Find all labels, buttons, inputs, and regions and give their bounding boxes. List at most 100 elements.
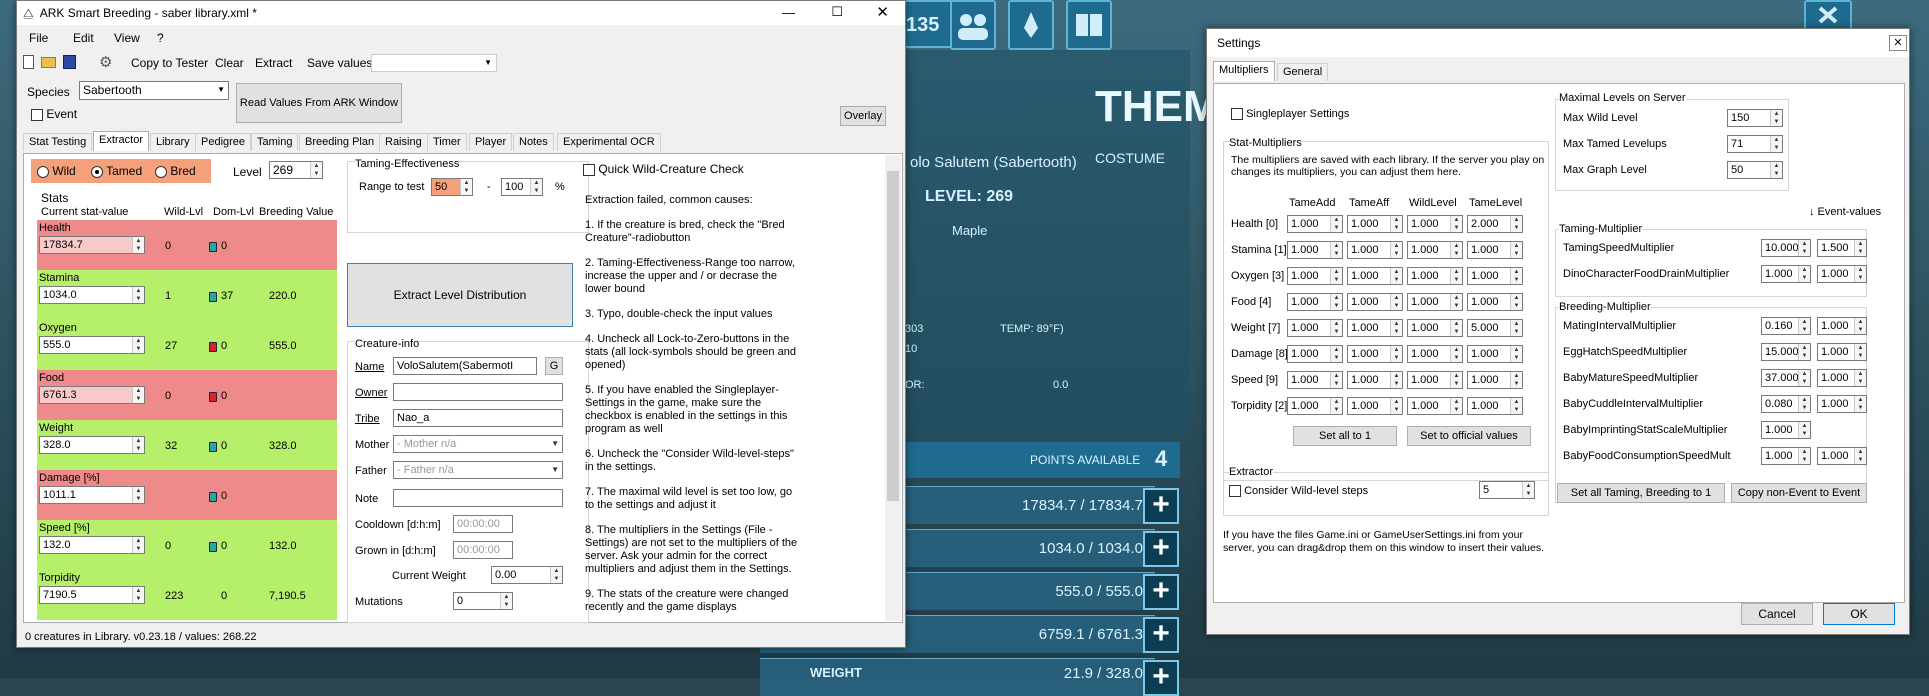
mult-input[interactable]: 1.000 ▲ ▼ <box>1407 215 1463 233</box>
lock-icon[interactable] <box>209 242 217 252</box>
mult-spinner[interactable]: ▲ ▼ <box>1510 216 1522 232</box>
multiplier-input[interactable]: 1.000 ▲ ▼ <box>1761 421 1811 439</box>
mult-input[interactable]: 1.000 ▲ ▼ <box>1287 345 1343 363</box>
tab-general[interactable]: General <box>1277 63 1329 81</box>
event-multiplier-input[interactable]: 1.000 ▲ ▼ <box>1817 369 1867 387</box>
species-select[interactable]: Sabertooth ▼ <box>79 81 229 100</box>
radio-wild[interactable]: Wild <box>37 164 76 178</box>
maximize-button[interactable]: ☐ <box>831 4 843 20</box>
minimize-button[interactable]: — <box>782 5 795 20</box>
tribe-icon[interactable] <box>950 0 996 50</box>
mult-spinner[interactable]: ▲ ▼ <box>1798 318 1810 334</box>
mult-spinner[interactable]: ▲ ▼ <box>1390 372 1402 388</box>
tab-experimental-ocr[interactable]: Experimental OCR <box>557 133 661 151</box>
mult-spinner[interactable]: ▲ ▼ <box>1510 268 1522 284</box>
tab-timer[interactable]: Timer <box>427 133 467 151</box>
mult-spinner[interactable]: ▲ ▼ <box>1798 370 1810 386</box>
mult-input[interactable]: 1.000 ▲ ▼ <box>1287 241 1343 259</box>
tab-stat-testing[interactable]: Stat Testing <box>23 133 93 151</box>
settings-gear-icon[interactable]: ⚙ <box>99 53 112 71</box>
mult-spinner[interactable]: ▲ ▼ <box>1390 346 1402 362</box>
radio-tamed[interactable]: Tamed <box>91 164 142 178</box>
save-values-dropdown[interactable]: ▼ <box>371 54 497 72</box>
stat-spinner[interactable]: ▲ ▼ <box>132 287 144 303</box>
mult-spinner[interactable]: ▲ ▼ <box>1450 320 1462 336</box>
range-max-input[interactable]: 100 ▲ ▼ <box>501 178 543 196</box>
mult-spinner[interactable]: ▲ ▼ <box>1854 396 1866 412</box>
mult-spinner[interactable]: ▲ ▼ <box>1330 372 1342 388</box>
ok-button[interactable]: OK <box>1823 603 1895 625</box>
multiplier-input[interactable]: 0.160 ▲ ▼ <box>1761 317 1811 335</box>
name-input[interactable]: VoloSalutem(SabermotI <box>393 357 537 375</box>
stat-value-input-food[interactable]: 6761.3 ▲ ▼ <box>39 386 145 404</box>
plus-food-button[interactable]: + <box>1143 617 1179 653</box>
mult-spinner[interactable]: ▲ ▼ <box>1450 268 1462 284</box>
stat-value-input-stamina[interactable]: 1034.0 ▲ ▼ <box>39 286 145 304</box>
event-multiplier-input[interactable]: 1.000 ▲ ▼ <box>1817 265 1867 283</box>
mult-input[interactable]: 5.000 ▲ ▼ <box>1467 319 1523 337</box>
event-multiplier-input[interactable]: 1.500 ▲ ▼ <box>1817 239 1867 257</box>
new-file-icon[interactable] <box>23 55 34 69</box>
stat-spinner[interactable]: ▲ ▼ <box>132 337 144 353</box>
menu-edit[interactable]: Edit <box>73 31 94 45</box>
event-multiplier-input[interactable]: 1.000 ▲ ▼ <box>1817 317 1867 335</box>
father-select[interactable]: - Father n/a ▼ <box>393 461 563 479</box>
mult-input[interactable]: 1.000 ▲ ▼ <box>1347 241 1403 259</box>
event-checkbox[interactable]: Event <box>31 107 77 121</box>
set-taming-breeding-1-button[interactable]: Set all Taming, Breeding to 1 <box>1557 483 1725 503</box>
mult-spinner[interactable]: ▲ ▼ <box>1854 266 1866 282</box>
level-spinner[interactable]: ▲ ▼ <box>310 162 322 178</box>
help-scroll-thumb[interactable] <box>887 171 899 501</box>
mult-spinner[interactable]: ▲ ▼ <box>1390 320 1402 336</box>
quick-check-box[interactable] <box>583 163 595 176</box>
mult-spinner[interactable]: ▲ ▼ <box>1798 240 1810 256</box>
save-disk-icon[interactable] <box>63 55 76 69</box>
mult-input[interactable]: 1.000 ▲ ▼ <box>1347 345 1403 363</box>
stat-spinner[interactable]: ▲ ▼ <box>132 537 144 553</box>
level-input[interactable]: 269 ▲ ▼ <box>269 161 323 179</box>
help-scrollbar[interactable] <box>885 155 901 621</box>
max-spinner[interactable]: ▲ ▼ <box>1770 110 1782 126</box>
stat-spinner[interactable]: ▲ ▼ <box>132 237 144 253</box>
close-button[interactable]: ✕ <box>876 3 889 21</box>
mult-input[interactable]: 1.000 ▲ ▼ <box>1287 293 1343 311</box>
mult-spinner[interactable]: ▲ ▼ <box>1854 370 1866 386</box>
plus-weight-button[interactable]: + <box>1143 660 1179 696</box>
lock-icon[interactable] <box>209 292 217 302</box>
max-level-input[interactable]: 71 ▲ ▼ <box>1727 135 1783 153</box>
mult-input[interactable]: 1.000 ▲ ▼ <box>1347 267 1403 285</box>
mult-input[interactable]: 1.000 ▲ ▼ <box>1347 397 1403 415</box>
mult-input[interactable]: 1.000 ▲ ▼ <box>1287 267 1343 285</box>
mult-input[interactable]: 1.000 ▲ ▼ <box>1287 397 1343 415</box>
menu-help[interactable]: ? <box>157 31 164 45</box>
mult-spinner[interactable]: ▲ ▼ <box>1450 372 1462 388</box>
extract-level-distribution-button[interactable]: Extract Level Distribution <box>347 263 573 327</box>
mult-spinner[interactable]: ▲ ▼ <box>1450 242 1462 258</box>
mult-input[interactable]: 1.000 ▲ ▼ <box>1347 215 1403 233</box>
generate-name-button[interactable]: G <box>545 357 563 375</box>
max-spinner[interactable]: ▲ ▼ <box>1770 162 1782 178</box>
lock-icon[interactable] <box>209 542 217 552</box>
stat-value-input-oxygen[interactable]: 555.0 ▲ ▼ <box>39 336 145 354</box>
multiplier-input[interactable]: 0.080 ▲ ▼ <box>1761 395 1811 413</box>
mult-input[interactable]: 1.000 ▲ ▼ <box>1287 319 1343 337</box>
mult-input[interactable]: 1.000 ▲ ▼ <box>1467 397 1523 415</box>
stat-spinner[interactable]: ▲ ▼ <box>132 437 144 453</box>
mult-spinner[interactable]: ▲ ▼ <box>1510 372 1522 388</box>
mult-input[interactable]: 1.000 ▲ ▼ <box>1347 319 1403 337</box>
mult-input[interactable]: 1.000 ▲ ▼ <box>1467 241 1523 259</box>
mult-spinner[interactable]: ▲ ▼ <box>1450 294 1462 310</box>
mult-input[interactable]: 1.000 ▲ ▼ <box>1407 371 1463 389</box>
read-values-button[interactable]: Read Values From ARK Window <box>236 83 402 123</box>
mult-spinner[interactable]: ▲ ▼ <box>1330 346 1342 362</box>
tab-pedigree[interactable]: Pedigree <box>195 133 252 151</box>
radio-bred[interactable]: Bred <box>155 164 196 178</box>
mult-spinner[interactable]: ▲ ▼ <box>1330 268 1342 284</box>
multiplier-input[interactable]: 1.000 ▲ ▼ <box>1761 265 1811 283</box>
mult-input[interactable]: 1.000 ▲ ▼ <box>1347 293 1403 311</box>
mult-input[interactable]: 2.000 ▲ ▼ <box>1467 215 1523 233</box>
mult-spinner[interactable]: ▲ ▼ <box>1450 216 1462 232</box>
menu-view[interactable]: View <box>114 31 140 45</box>
multiplier-input[interactable]: 1.000 ▲ ▼ <box>1761 447 1811 465</box>
tab-library[interactable]: Library <box>150 133 196 151</box>
